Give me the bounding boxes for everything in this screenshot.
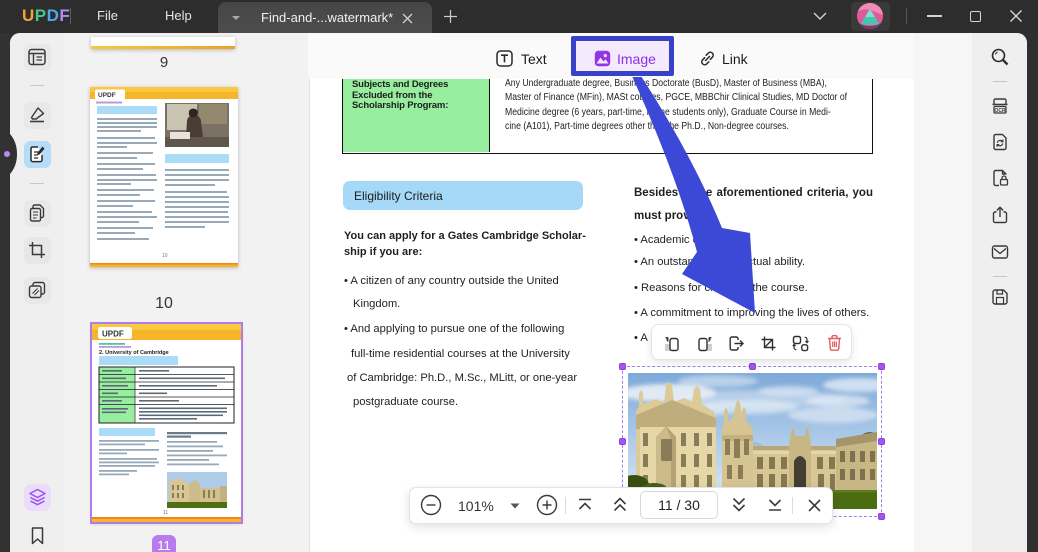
svg-text:UPDF: UPDF bbox=[98, 92, 116, 99]
svg-text:2. University of Cambridge: 2. University of Cambridge bbox=[99, 350, 169, 356]
svg-text:11: 11 bbox=[163, 510, 168, 516]
svg-text:OCR: OCR bbox=[994, 108, 1006, 114]
svg-text:UPDF: UPDF bbox=[102, 330, 124, 339]
svg-text:10: 10 bbox=[162, 253, 168, 259]
